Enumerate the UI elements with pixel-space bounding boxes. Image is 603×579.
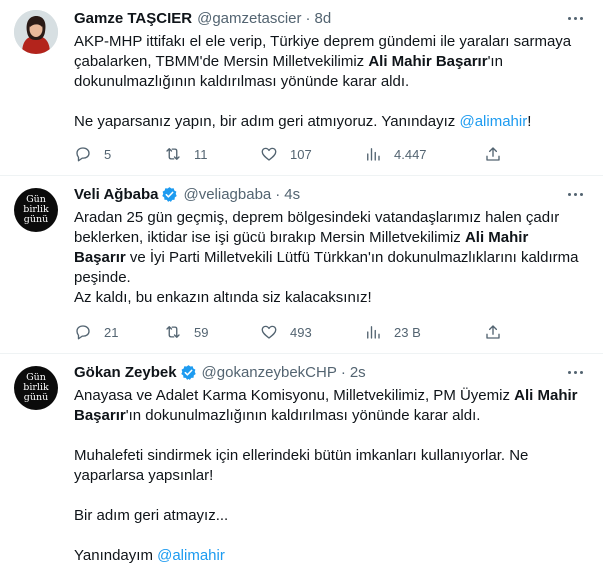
reply-button[interactable]: 5 [74, 144, 111, 164]
like-button[interactable]: 107 [260, 144, 312, 164]
author-name[interactable]: Gamze TAŞCIER [74, 10, 192, 27]
like-button[interactable]: 493 [260, 322, 312, 342]
tweet-text: Aradan 25 gün geçmiş, deprem bölgesindek… [74, 208, 579, 308]
retweet-button[interactable]: 11 [164, 144, 208, 164]
like-count: 493 [290, 324, 312, 340]
avatar[interactable] [14, 10, 58, 54]
author-handle[interactable]: @gokanzeybekCHP [202, 364, 337, 381]
author-name[interactable]: Gökan Zeybek [74, 364, 177, 381]
share-icon [486, 325, 500, 339]
timestamp[interactable]: 8d [315, 10, 332, 27]
more-options-icon[interactable] [565, 184, 585, 204]
author-handle[interactable]: @gamzetascier [197, 10, 301, 27]
avatar-text: günü [23, 392, 49, 403]
text-segment: Anayasa ve Adalet Karma Komisyonu, Mille… [74, 387, 515, 404]
views-count: 4.447 [394, 146, 427, 162]
text-segment: ! [527, 113, 532, 130]
tweet-header: Gamze TAŞCIER @gamzetascier · 8d [74, 10, 331, 27]
avatar-text: günü [23, 214, 49, 225]
views-chart-icon [367, 326, 380, 339]
retweet-button[interactable]: 59 [164, 322, 208, 342]
separator-dot: · [340, 364, 346, 381]
views-chart-icon [367, 148, 380, 161]
separator-dot: · [275, 186, 281, 203]
views-button[interactable]: 4.447 [364, 144, 427, 164]
tweet-gamze[interactable]: Gamze TAŞCIER @gamzetascier · 8d AKP-MHP… [0, 0, 603, 176]
text-segment: Yanındayım [74, 547, 158, 564]
text-segment: Az kaldı, bu enkazın altında siz kalacak… [74, 289, 372, 306]
bold-name: Ali Mahir Başarır [368, 53, 488, 70]
mention-link[interactable]: @alimahir [157, 547, 225, 564]
tweet-gokan[interactable]: Gün birlik günü Gökan Zeybek @gokanzeybe… [0, 354, 603, 579]
reply-count: 5 [104, 146, 112, 162]
reply-button[interactable]: 21 [74, 322, 118, 342]
tweet-text: Anayasa ve Adalet Karma Komisyonu, Mille… [74, 386, 579, 566]
retweet-count: 59 [194, 324, 209, 340]
heart-icon [261, 147, 277, 161]
tweet-actions: 5 11 107 4.447 [74, 144, 524, 164]
tweet-veli[interactable]: Gün birlik günü Veli Ağbaba @veliagbaba … [0, 176, 603, 354]
timestamp[interactable]: 4s [284, 186, 300, 203]
share-icon [486, 147, 500, 161]
separator-dot: · [305, 10, 311, 27]
author-handle[interactable]: @veliagbaba [183, 186, 271, 203]
retweet-icon [166, 148, 180, 160]
author-name[interactable]: Veli Ağbaba [74, 186, 158, 203]
verified-badge-icon[interactable] [161, 186, 178, 203]
tweet-header: Gökan Zeybek @gokanzeybekCHP · 2s [74, 364, 366, 381]
tweet-actions: 21 59 493 23 B [74, 322, 524, 342]
like-count: 107 [290, 146, 312, 162]
share-button[interactable] [484, 144, 502, 164]
retweet-count: 11 [194, 146, 208, 162]
views-count: 23 B [394, 324, 421, 340]
text-paragraph: Bir adım geri atmayız... [74, 507, 229, 524]
share-button[interactable] [484, 322, 502, 342]
profile-photo-icon [14, 10, 58, 54]
heart-icon [261, 325, 277, 339]
more-options-icon[interactable] [565, 8, 585, 28]
tweet-text: AKP-MHP ittifakı el ele verip, Türkiye d… [74, 32, 579, 132]
text-segment: 'ın dokunulmazlığının kaldırılması yönün… [125, 407, 481, 424]
text-segment: Ne yaparsanız yapın, bir adım geri atmıy… [74, 113, 460, 130]
avatar[interactable]: Gün birlik günü [14, 366, 58, 410]
verified-badge-icon[interactable] [180, 364, 197, 381]
mention-link[interactable]: @alimahir [459, 113, 527, 130]
reply-icon [76, 147, 90, 162]
more-options-icon[interactable] [565, 362, 585, 382]
avatar[interactable]: Gün birlik günü [14, 188, 58, 232]
tweet-header: Veli Ağbaba @veliagbaba · 4s [74, 186, 300, 203]
reply-count: 21 [104, 324, 119, 340]
reply-icon [76, 325, 90, 340]
text-paragraph: Muhalefeti sindirmek için ellerindeki bü… [74, 447, 529, 484]
views-button[interactable]: 23 B [364, 322, 421, 342]
text-segment: ve İyi Parti Milletvekili Lütfü Türkkan'… [74, 249, 579, 286]
retweet-icon [166, 326, 180, 338]
timestamp[interactable]: 2s [350, 364, 366, 381]
